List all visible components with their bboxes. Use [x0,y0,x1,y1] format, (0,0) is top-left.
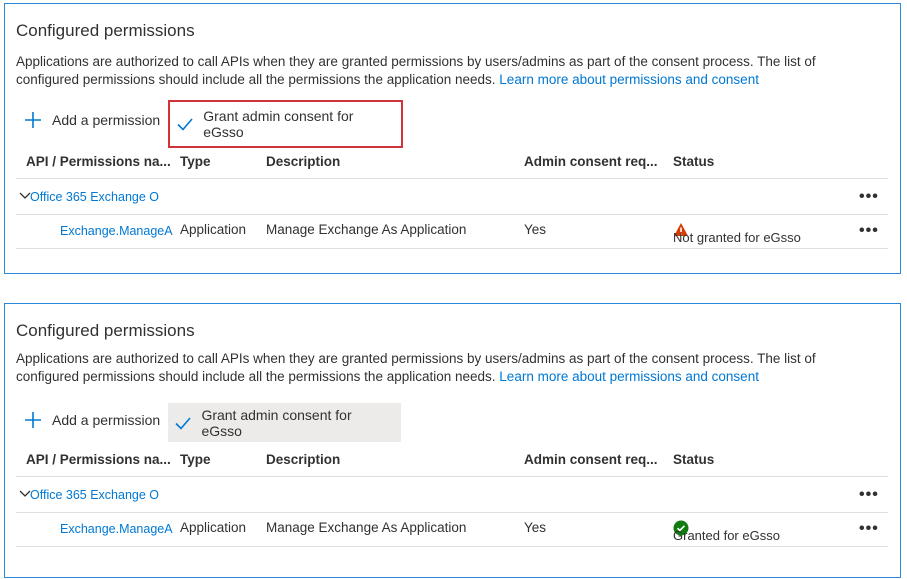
panel-description: Applications are authorized to call APIs… [16,350,876,386]
more-icon[interactable]: ••• [859,486,879,504]
permission-name-link[interactable]: Exchange.ManageA [60,224,173,238]
status-cell: Not granted for eGsso [673,222,801,245]
checkmark-icon [174,113,195,135]
add-permission-button[interactable]: Add a permission [16,102,168,138]
plus-icon [22,409,44,431]
grant-admin-consent-button[interactable]: Grant admin consent for eGsso [168,403,401,442]
table-row: Exchange.ManageA Application Manage Exch… [16,512,888,547]
permission-type: Application [180,222,247,237]
api-group-row[interactable]: Office 365 Exchange O ••• [16,180,888,215]
plus-icon [22,109,44,131]
status-text: Not granted for eGsso [673,230,801,245]
panel-description: Applications are authorized to call APIs… [16,53,876,89]
configured-permissions-panel-after: Configured permissions Applications are … [4,303,901,578]
permission-description: Manage Exchange As Application [266,520,467,535]
table-header: API / Permissions na... Type Description… [16,444,888,477]
configured-permissions-panel-before: Configured permissions Applications are … [4,3,901,274]
api-group-name[interactable]: Office 365 Exchange O [30,488,159,502]
grant-admin-consent-button[interactable]: Grant admin consent for eGsso [168,100,403,148]
column-type[interactable]: Type [180,154,211,169]
add-permission-label: Add a permission [52,412,161,428]
checkmark-icon [172,412,193,434]
column-status[interactable]: Status [673,154,714,169]
column-admin-consent[interactable]: Admin consent req... [524,452,658,467]
permission-type: Application [180,520,247,535]
more-icon[interactable]: ••• [859,520,879,538]
toolbar: Add a permission Grant admin consent for… [16,96,716,148]
panel-title: Configured permissions [16,321,195,340]
admin-consent-required: Yes [524,222,547,237]
column-api[interactable]: API / Permissions na... [26,154,171,169]
more-icon[interactable]: ••• [859,188,879,206]
permission-name-link[interactable]: Exchange.ManageA [60,522,173,536]
column-description[interactable]: Description [266,154,340,169]
admin-consent-required: Yes [524,520,547,535]
status-cell: Granted for eGsso [673,520,780,543]
panel-title: Configured permissions [16,21,195,40]
learn-more-link[interactable]: Learn more about permissions and consent [499,72,759,87]
column-status[interactable]: Status [673,452,714,467]
column-api[interactable]: API / Permissions na... [26,452,171,467]
api-group-name[interactable]: Office 365 Exchange O [30,190,159,204]
add-permission-button[interactable]: Add a permission [16,402,168,438]
column-type[interactable]: Type [180,452,211,467]
toolbar: Add a permission Grant admin consent for… [16,396,716,444]
permission-description: Manage Exchange As Application [266,222,467,237]
table-header: API / Permissions na... Type Description… [16,146,888,179]
api-group-row[interactable]: Office 365 Exchange O ••• [16,478,888,513]
add-permission-label: Add a permission [52,112,161,128]
status-text: Granted for eGsso [673,528,780,543]
table-row: Exchange.ManageA Application Manage Exch… [16,214,888,249]
more-icon[interactable]: ••• [859,222,879,240]
column-description[interactable]: Description [266,452,340,467]
learn-more-link[interactable]: Learn more about permissions and consent [499,369,759,384]
column-admin-consent[interactable]: Admin consent req... [524,154,658,169]
grant-admin-consent-label: Grant admin consent for eGsso [201,406,352,439]
grant-admin-consent-label: Grant admin consent for eGsso [203,108,354,140]
